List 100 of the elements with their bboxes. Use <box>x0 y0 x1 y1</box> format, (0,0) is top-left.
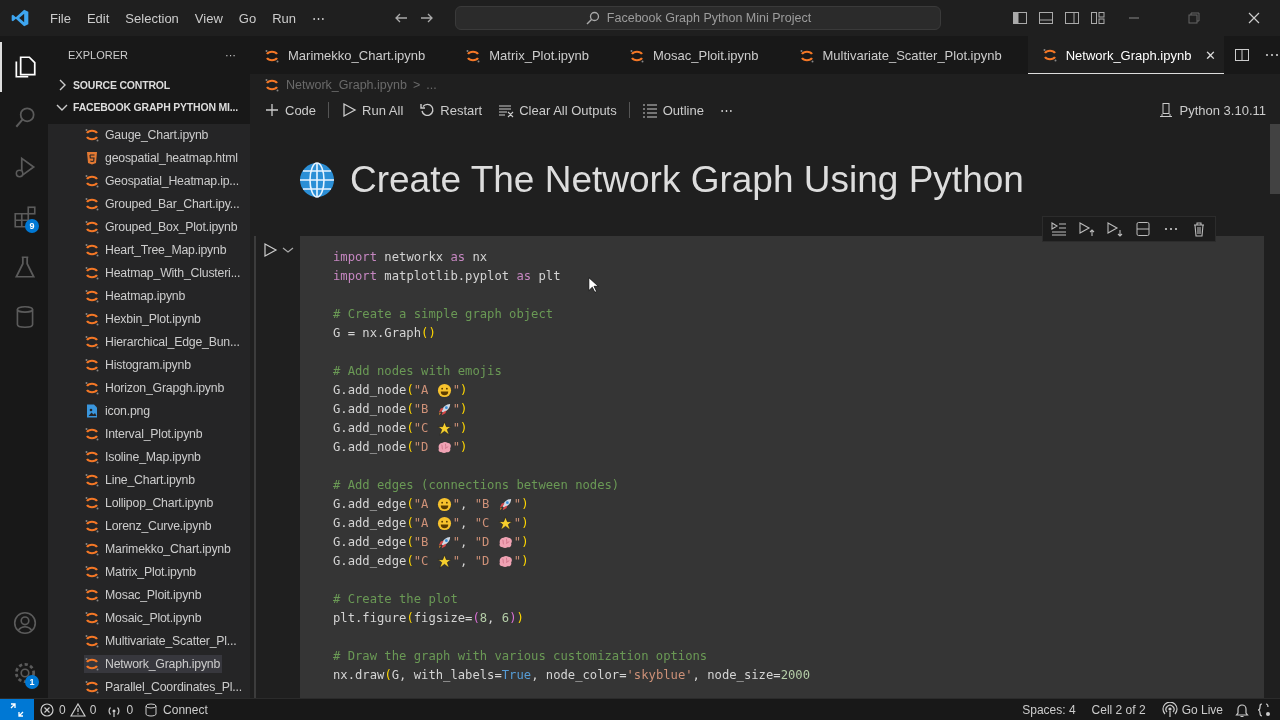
toolbar-button[interactable]: Clear All Outputs <box>492 100 623 120</box>
problems-button[interactable]: 0 0 <box>34 701 102 718</box>
toolbar-button[interactable]: Restart <box>413 100 489 120</box>
notebook-icon <box>264 77 280 93</box>
notebook-icon <box>84 495 100 511</box>
explorer-entry[interactable]: icon.png <box>84 402 152 420</box>
explorer-entry[interactable]: Grouped_Bar_Chart.ipy... <box>84 195 242 213</box>
search-field[interactable]: Facebook Graph Python Mini Project <box>455 6 941 30</box>
connect-label: Connect <box>163 702 208 717</box>
explorer-entry[interactable]: Hierarchical_Edge_Bun... <box>84 333 242 351</box>
menu-item[interactable]: View <box>186 6 231 30</box>
image-file-icon <box>84 403 100 419</box>
outline-icon <box>641 102 658 118</box>
layout-icon[interactable] <box>1012 10 1028 26</box>
bell-icon[interactable] <box>1234 701 1250 718</box>
status-item[interactable]: Cell 2 of 2 <box>1086 702 1151 717</box>
explorer-entry[interactable]: Mosaic_Plot.ipynb <box>84 609 204 627</box>
files-icon[interactable] <box>12 54 38 80</box>
notebook-icon <box>84 679 100 695</box>
explorer-entry[interactable]: Network_Graph.ipynb <box>84 655 223 673</box>
notebook-heading: Create The Network Graph Using Python <box>350 159 1024 201</box>
toolbar-button[interactable]: Run All <box>335 100 410 120</box>
search-icon <box>584 10 601 26</box>
code-line: # Create a simple graph object <box>333 306 554 323</box>
editor-tab[interactable]: Matrix_Plot.ipynb <box>451 36 615 74</box>
notebook-icon <box>84 380 100 396</box>
menu-item[interactable]: Run <box>264 6 304 30</box>
run-by-line-icon[interactable] <box>1051 221 1067 237</box>
explorer-entry[interactable]: Interval_Plot.ipynb <box>84 425 205 443</box>
braces-icon[interactable] <box>1256 701 1272 718</box>
menu-item[interactable]: Selection <box>117 6 187 30</box>
explorer-entry[interactable]: Lorenz_Curve.ipynb <box>84 517 214 535</box>
explorer-entry[interactable]: Grouped_Box_Plot.ipynb <box>84 218 240 236</box>
explorer-entry[interactable]: Matrix_Plot.ipynb <box>84 563 198 581</box>
layout-icon[interactable] <box>1090 10 1106 26</box>
explorer-entry[interactable]: Parallel_Coordinates_Pl... <box>84 678 244 696</box>
explorer-entry[interactable]: Multivariate_Scatter_Pl... <box>84 632 239 650</box>
notebook-icon <box>629 47 645 64</box>
toolbar-button[interactable]: Outline <box>635 100 710 120</box>
run-cell-icon[interactable] <box>262 242 278 258</box>
editor-tab[interactable]: Marimekko_Chart.ipynb <box>250 36 452 74</box>
explorer-entry[interactable]: Line_Chart.ipynb <box>84 471 197 489</box>
menu-item[interactable]: File <box>42 6 79 30</box>
remote-button[interactable] <box>0 698 34 720</box>
explorer-entry[interactable]: Marimekko_Chart.ipynb <box>84 540 233 558</box>
menu-item[interactable]: Edit <box>78 6 118 30</box>
code-line: G.add_node("B ") <box>333 401 468 418</box>
editor-tab[interactable]: Network_Graph.ipynb ✕ <box>1027 36 1225 74</box>
menu-item[interactable]: ⋯ <box>304 6 333 30</box>
close-icon[interactable] <box>1246 10 1262 26</box>
notebook-icon <box>84 127 100 143</box>
kernel-button[interactable]: Python 3.10.11 <box>1157 102 1266 118</box>
explorer-entry[interactable]: Heatmap_With_Clusteri... <box>84 264 243 282</box>
menu-item[interactable]: Go <box>230 6 265 30</box>
status-item[interactable]: Spaces: 4 <box>1017 702 1081 717</box>
count-badge: 9 <box>25 219 39 233</box>
close-button[interactable]: ✕ <box>1205 47 1217 63</box>
explorer-entry[interactable]: Geospatial_Heatmap.ip... <box>84 172 241 190</box>
section-header[interactable]: SOURCE CONTROL <box>48 74 250 96</box>
notebook-icon <box>84 610 100 626</box>
explorer-entry[interactable]: Heart_Tree_Map.ipynb <box>84 241 229 259</box>
notebook-icon <box>84 311 100 327</box>
account-icon[interactable] <box>12 610 38 636</box>
explorer-entry[interactable]: Horizon_Grapgh.ipynb <box>84 379 227 397</box>
run-below-icon[interactable] <box>1107 221 1123 237</box>
explorer-entry[interactable]: Isoline_Map.ipynb <box>84 448 203 466</box>
error-icon <box>39 701 55 718</box>
notebook-icon <box>1041 47 1058 63</box>
section-header[interactable]: FACEBOOK GRAPH PYTHON MI... <box>48 96 250 118</box>
connect-button[interactable]: Connect <box>138 701 213 718</box>
notebook-icon <box>84 587 100 603</box>
explorer-entry[interactable]: Gauge_Chart.ipynb <box>84 126 211 144</box>
notebook-icon <box>84 426 100 442</box>
clear-icon <box>498 102 515 118</box>
toolbar-button[interactable]: ⋯ <box>713 100 739 120</box>
explorer-entry[interactable]: Mosac_Ploit.ipynb <box>84 586 204 604</box>
explorer-entry[interactable]: geospatial_heatmap.html <box>84 149 240 167</box>
layout-icon[interactable] <box>1064 10 1080 26</box>
toolbar-button[interactable]: Code <box>258 100 323 120</box>
more-button[interactable]: ··· <box>225 49 236 61</box>
flask-icon[interactable] <box>12 254 38 280</box>
layout-icon[interactable] <box>1038 10 1054 26</box>
editor-tab[interactable]: Mosac_Ploit.ipynb <box>615 36 785 74</box>
split-editor-icon[interactable] <box>1234 47 1251 63</box>
delete-icon[interactable] <box>1191 221 1207 237</box>
explorer-entry[interactable]: Heatmap.ipynb <box>84 287 188 305</box>
notebook-icon <box>465 47 482 64</box>
explorer-entry[interactable]: Hexbin_Plot.ipynb <box>84 310 203 328</box>
split-cell-icon[interactable] <box>1135 221 1151 237</box>
status-item[interactable]: Go Live <box>1156 701 1228 718</box>
code-line: G.add_node("C ") <box>333 420 468 438</box>
mouse-pointer-icon <box>588 276 600 294</box>
run-above-icon[interactable] <box>1079 221 1095 237</box>
scrollbar-thumb[interactable] <box>1270 124 1280 194</box>
kernel-icon <box>1157 102 1174 118</box>
explorer-entry[interactable]: Lollipop_Chart.ipynb <box>84 494 216 512</box>
notebook-icon <box>84 357 100 373</box>
ports-button[interactable]: 0 <box>101 701 139 718</box>
explorer-entry[interactable]: Histogram.ipynb <box>84 356 193 374</box>
editor-tab[interactable]: Multivariate_Scatter_Plot.ipynb <box>784 36 1028 74</box>
